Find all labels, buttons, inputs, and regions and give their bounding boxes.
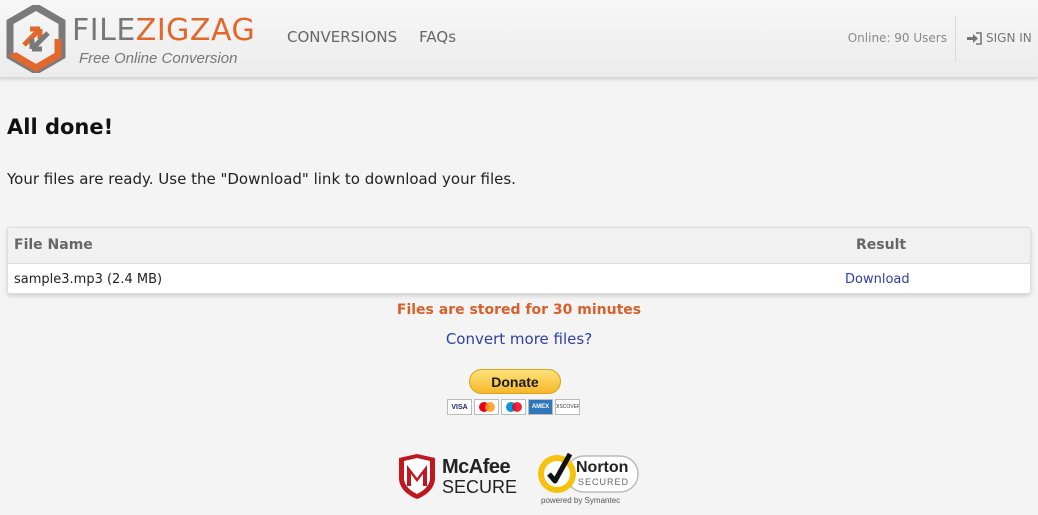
convert-more-link[interactable]: Convert more files?: [0, 330, 1038, 348]
column-header-result: Result: [856, 237, 907, 253]
main-nav: CONVERSIONS FAQs: [287, 28, 456, 46]
logo-icon: [6, 5, 66, 73]
mastercard-icon: [474, 399, 499, 415]
visa-card-icon: VISA: [447, 399, 472, 415]
storage-notice: Files are stored for 30 minutes: [396, 302, 642, 318]
logo-word-zigzag: ZIGZAG: [135, 13, 256, 48]
sign-in-icon: [967, 31, 982, 45]
nav-conversions[interactable]: CONVERSIONS: [287, 28, 397, 46]
logo-word-file: FILE: [72, 13, 136, 48]
site-header: FILEZIGZAG Free Online Conversion CONVER…: [0, 0, 1038, 78]
sign-in-label: SIGN IN: [986, 31, 1032, 45]
donate-button[interactable]: Donate: [469, 369, 561, 394]
mcafee-label: McAfee: [442, 456, 511, 478]
site-logo[interactable]: FILEZIGZAG Free Online Conversion: [6, 5, 256, 73]
mcafee-secure-badge[interactable]: McAfee SECURE: [397, 452, 519, 504]
maestro-card-icon: [501, 399, 526, 415]
symantec-powered-label: powered by Symantec: [541, 496, 621, 505]
nav-faqs[interactable]: FAQs: [419, 28, 456, 46]
online-users-count: Online: 90 Users: [847, 31, 947, 45]
norton-secured-badge[interactable]: Norton SECURED powered by Symantec: [536, 451, 640, 511]
norton-label: Norton: [576, 459, 629, 476]
amex-card-icon: AMEX: [528, 399, 553, 415]
sign-in-button[interactable]: SIGN IN: [966, 31, 1032, 45]
file-name-cell: sample3.mp3 (2.4 MB): [14, 272, 163, 287]
column-header-file-name: File Name: [14, 237, 93, 253]
header-divider: [955, 16, 956, 62]
logo-wordmark: FILEZIGZAG: [72, 16, 255, 46]
discover-card-icon: DISCOVER: [555, 399, 580, 415]
table-header: File Name Result: [8, 228, 1030, 264]
norton-secured-label: SECURED: [578, 477, 630, 487]
logo-tagline: Free Online Conversion: [79, 50, 238, 67]
results-table: File Name Result sample3.mp3 (2.4 MB) Do…: [7, 227, 1031, 294]
page-lead-text: Your files are ready. Use the "Download"…: [7, 170, 516, 188]
page-title: All done!: [7, 115, 114, 139]
download-link[interactable]: Download: [845, 272, 910, 287]
mcafee-secure-label: SECURE: [442, 477, 518, 497]
payment-cards: VISA AMEX DISCOVER: [447, 399, 580, 415]
